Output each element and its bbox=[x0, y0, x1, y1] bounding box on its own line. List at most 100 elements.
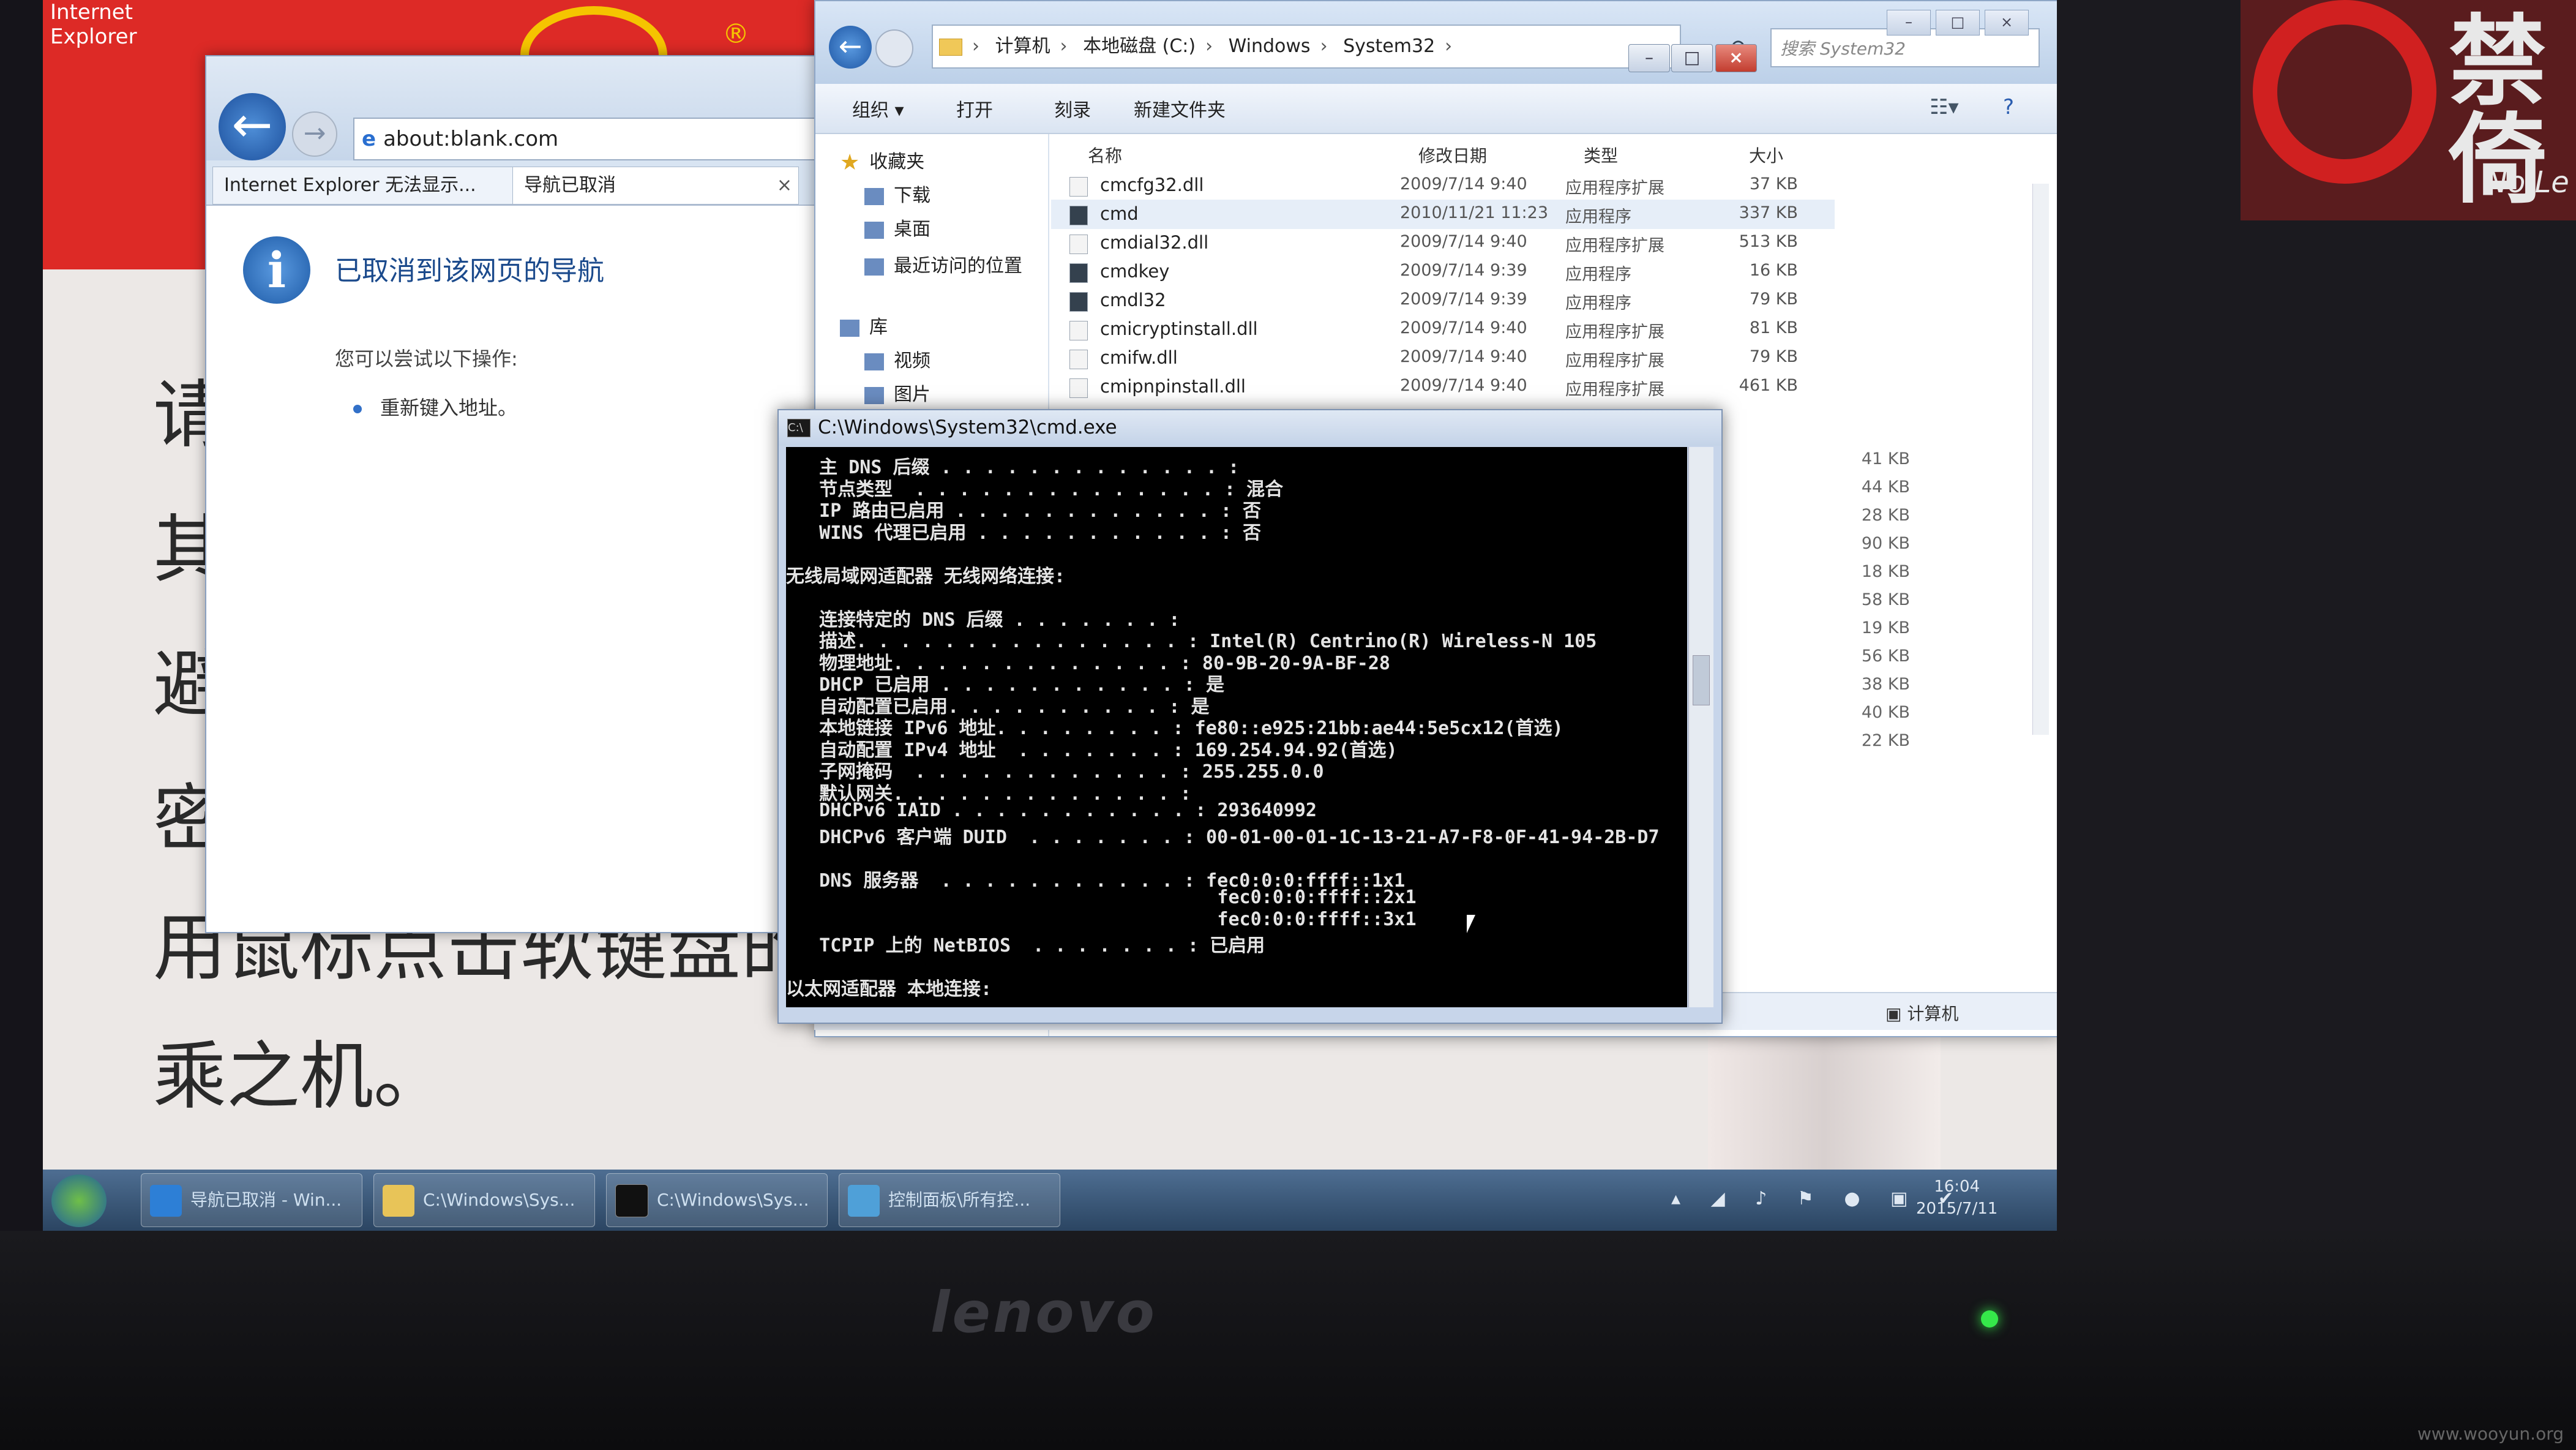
file-row[interactable]: cmdkey 2009/7/14 9:39 应用程序 16 KB bbox=[1051, 257, 1835, 287]
application-icon bbox=[1069, 292, 1088, 312]
dll-file-icon bbox=[1069, 378, 1088, 398]
cmd-icon: C:\ bbox=[787, 419, 811, 437]
file-size: 22 KB bbox=[1861, 731, 1910, 750]
desktop-ie-shortcut-label[interactable]: Internet Explorer bbox=[50, 0, 137, 49]
breadcrumb-item[interactable]: 计算机 bbox=[995, 36, 1050, 57]
minimize-button[interactable]: – bbox=[1887, 10, 1931, 36]
tab-navigation-cancelled[interactable]: 导航已取消 × bbox=[512, 167, 799, 205]
file-type: 应用程序扩展 bbox=[1565, 179, 1664, 198]
console-line: fec0:0:0:ffff::3x1 bbox=[786, 908, 1417, 930]
file-date: 2009/7/14 9:39 bbox=[1400, 290, 1527, 309]
column-header-size[interactable]: 大小 bbox=[1749, 143, 1783, 167]
nav-libraries[interactable]: 库 bbox=[840, 312, 888, 339]
file-row[interactable]: cmdl32 2009/7/14 9:39 应用程序 79 KB bbox=[1051, 286, 1835, 315]
file-size: 28 KB bbox=[1861, 506, 1910, 525]
view-options-icon[interactable]: ☷▾ bbox=[1930, 95, 1959, 119]
taskbar-label: 导航已取消 - Win... bbox=[190, 1190, 342, 1210]
control-panel-icon bbox=[848, 1185, 880, 1217]
power-led-icon bbox=[1981, 1310, 1998, 1328]
taskbar-explorer[interactable]: C:\Windows\Sys... bbox=[373, 1173, 595, 1227]
forward-arrow-icon[interactable]: → bbox=[292, 111, 337, 157]
file-row[interactable]: cmd 2010/11/21 11:23 应用程序 337 KB bbox=[1051, 200, 1835, 229]
tray-clock[interactable]: 16:04 2015/7/11 bbox=[1916, 1176, 1998, 1220]
folder-icon bbox=[383, 1185, 414, 1217]
explorer-command-bar: 组织 ▾ 打开 刻录 新建文件夹 ☷▾ ? bbox=[815, 84, 2057, 134]
column-header-date[interactable]: 修改日期 bbox=[1418, 143, 1487, 167]
nav-downloads[interactable]: 下载 bbox=[864, 180, 930, 207]
help-icon[interactable]: ? bbox=[2003, 95, 2014, 119]
file-size: 16 KB bbox=[1749, 261, 1798, 280]
back-arrow-icon[interactable]: ← bbox=[829, 26, 872, 69]
explorer-scrollbar[interactable] bbox=[2032, 184, 2049, 735]
file-row[interactable]: cmicryptinstall.dll 2009/7/14 9:40 应用程序扩展 8… bbox=[1051, 315, 1835, 344]
file-date: 2009/7/14 9:40 bbox=[1400, 232, 1527, 251]
application-icon bbox=[1069, 263, 1088, 283]
close-icon[interactable]: × bbox=[777, 167, 792, 204]
column-header-type[interactable]: 类型 bbox=[1584, 143, 1618, 167]
start-button[interactable] bbox=[51, 1174, 107, 1227]
nav-recent[interactable]: 最近访问的位置 bbox=[864, 250, 1022, 277]
screen: Internet Explorer ® 请 其 避 密 用鼠标点击软键盘的 乘之… bbox=[43, 0, 2057, 1231]
taskbar-label: C:\Windows\Sys... bbox=[657, 1190, 809, 1210]
nav-label: 桌面 bbox=[894, 219, 930, 240]
sign-english-text: No Le bbox=[2485, 165, 2569, 200]
nav-videos[interactable]: 视频 bbox=[864, 345, 930, 372]
open-button[interactable]: 打开 bbox=[956, 95, 993, 122]
breadcrumb[interactable]: › 计算机 › 本地磁盘 (C:) › Windows › System32 › bbox=[932, 24, 1681, 69]
taskbar-cmd[interactable]: C:\Windows\Sys... bbox=[606, 1173, 828, 1227]
page-subheading: 您可以尝试以下操作: bbox=[335, 347, 518, 370]
no-leaning-sign-icon bbox=[2253, 0, 2436, 184]
cmd-scrollbar[interactable] bbox=[1688, 447, 1713, 1007]
picture-library-icon bbox=[864, 386, 884, 404]
file-size: 44 KB bbox=[1861, 478, 1910, 497]
tab-ie-cannot-display[interactable]: Internet Explorer 无法显示... bbox=[212, 167, 523, 205]
file-date: 2009/7/14 9:39 bbox=[1400, 261, 1527, 280]
ie-icon bbox=[150, 1185, 182, 1217]
maximize-button[interactable]: □ bbox=[1671, 44, 1713, 72]
breadcrumb-item[interactable]: System32 bbox=[1343, 36, 1435, 57]
maximize-button[interactable]: □ bbox=[1936, 10, 1980, 36]
file-size: 41 KB bbox=[1861, 449, 1910, 468]
taskbar-control-panel[interactable]: 控制面板\所有控... bbox=[839, 1173, 1060, 1227]
cmd-console-output[interactable]: 主 DNS 后缀 . . . . . . . . . . . . . : 节点类… bbox=[786, 447, 1687, 1007]
retype-address-item[interactable]: 重新键入地址。 bbox=[353, 393, 517, 421]
info-icon: i bbox=[243, 236, 310, 304]
close-button[interactable]: × bbox=[1985, 10, 2029, 36]
close-button[interactable]: × bbox=[1715, 44, 1757, 72]
minimize-button[interactable]: – bbox=[1628, 44, 1670, 72]
new-folder-button[interactable]: 新建文件夹 bbox=[1134, 95, 1226, 122]
back-arrow-icon[interactable]: ← bbox=[219, 93, 286, 160]
column-header-name[interactable]: 名称 bbox=[1088, 143, 1122, 167]
dll-file-icon bbox=[1069, 350, 1088, 369]
file-row[interactable]: cmipnpinstall.dll 2009/7/14 9:40 应用程序扩展 461… bbox=[1051, 372, 1835, 402]
file-type: 应用程序扩展 bbox=[1565, 380, 1664, 399]
breadcrumb-item[interactable]: 本地磁盘 (C:) bbox=[1083, 36, 1196, 57]
nav-pictures[interactable]: 图片 bbox=[864, 379, 930, 406]
file-row[interactable]: cmdial32.dll 2009/7/14 9:40 应用程序扩展 513 KB bbox=[1051, 228, 1835, 258]
nav-favorites[interactable]: ★ 收藏夹 bbox=[840, 146, 924, 175]
file-row[interactable]: cmifw.dll 2009/7/14 9:40 应用程序扩展 79 KB bbox=[1051, 344, 1835, 373]
file-date: 2009/7/14 9:40 bbox=[1400, 376, 1527, 395]
burn-button[interactable]: 刻录 bbox=[1054, 95, 1091, 122]
status-computer-label: ▣ 计算机 bbox=[1885, 1004, 1959, 1024]
file-size: 37 KB bbox=[1749, 175, 1798, 193]
nav-label: 库 bbox=[869, 317, 888, 338]
file-type: 应用程序扩展 bbox=[1565, 236, 1664, 255]
organize-button[interactable]: 组织 ▾ bbox=[852, 95, 904, 122]
forward-arrow-icon[interactable] bbox=[875, 29, 913, 67]
breadcrumb-item[interactable]: Windows bbox=[1229, 36, 1311, 57]
clock-date: 2015/7/11 bbox=[1916, 1200, 1998, 1218]
cmd-titlebar[interactable]: C:\ C:\Windows\System32\cmd.exe bbox=[779, 410, 1721, 446]
taskbar-ie[interactable]: 导航已取消 - Win... bbox=[141, 1173, 362, 1227]
status-computer-text: 计算机 bbox=[1907, 1004, 1959, 1024]
dll-file-icon bbox=[1069, 321, 1088, 340]
star-icon: ★ bbox=[840, 150, 860, 175]
file-row[interactable]: cmcfg32.dll 2009/7/14 9:40 应用程序扩展 37 KB bbox=[1051, 171, 1835, 200]
scroll-thumb[interactable] bbox=[1693, 655, 1710, 705]
folder-icon bbox=[939, 38, 962, 56]
file-name: cmdkey bbox=[1100, 261, 1170, 282]
file-name: cmd bbox=[1100, 203, 1139, 224]
nav-desktop[interactable]: 桌面 bbox=[864, 214, 930, 241]
recent-places-icon bbox=[864, 258, 884, 276]
file-name: cmicryptinstall.dll bbox=[1100, 318, 1258, 339]
